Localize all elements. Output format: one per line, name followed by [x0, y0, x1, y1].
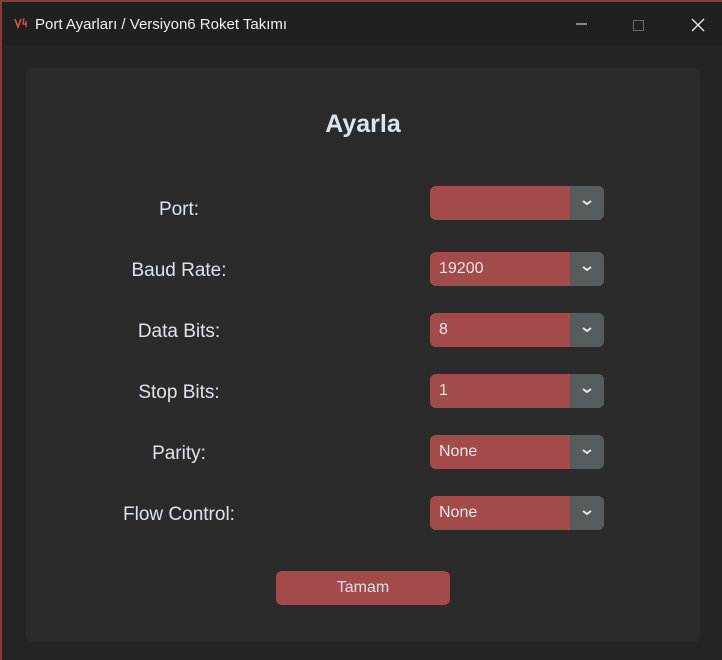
port-value[interactable]	[430, 186, 570, 220]
parity-combobox[interactable]: None	[430, 435, 604, 469]
settings-panel: Ayarla Port: Baud Rate: 19200 Data Bits:	[26, 68, 700, 642]
chevron-down-icon	[582, 266, 592, 272]
parity-dropdown-button[interactable]	[570, 435, 604, 469]
flow-control-value[interactable]: None	[430, 496, 570, 530]
chevron-down-icon	[582, 200, 592, 206]
stop-bits-dropdown-button[interactable]	[570, 374, 604, 408]
data-bits-value[interactable]: 8	[430, 313, 570, 347]
baud-rate-value[interactable]: 19200	[430, 252, 570, 286]
port-dropdown-button[interactable]	[570, 186, 604, 220]
flow-control-dropdown-button[interactable]	[570, 496, 604, 530]
close-icon	[691, 18, 705, 32]
data-bits-combobox[interactable]: 8	[430, 313, 604, 347]
stop-bits-value[interactable]: 1	[430, 374, 570, 408]
app-logo-icon	[14, 16, 30, 32]
parity-label: Parity:	[152, 443, 206, 464]
parity-value[interactable]: None	[430, 435, 570, 469]
minimize-button[interactable]	[554, 2, 610, 46]
window-title: Port Ayarları / Versiyon6 Roket Takımı	[35, 16, 288, 33]
close-button[interactable]	[666, 2, 722, 46]
data-bits-label: Data Bits:	[137, 321, 221, 342]
flow-control-combobox[interactable]: None	[430, 496, 604, 530]
chevron-down-icon	[582, 449, 592, 455]
stop-bits-label: Stop Bits:	[138, 382, 220, 403]
title-bar[interactable]: Port Ayarları / Versiyon6 Roket Takımı	[2, 2, 722, 46]
baud-rate-label: Baud Rate:	[131, 260, 227, 281]
maximize-button[interactable]	[610, 2, 666, 46]
port-combobox[interactable]	[430, 186, 604, 220]
baud-rate-dropdown-button[interactable]	[570, 252, 604, 286]
chevron-down-icon	[582, 388, 592, 394]
submit-button[interactable]: Tamam	[276, 571, 450, 605]
chevron-down-icon	[582, 510, 592, 516]
baud-rate-combobox[interactable]: 19200	[430, 252, 604, 286]
port-label: Port:	[158, 199, 200, 220]
stop-bits-combobox[interactable]: 1	[430, 374, 604, 408]
chevron-down-icon	[582, 327, 592, 333]
data-bits-dropdown-button[interactable]	[570, 313, 604, 347]
page-title: Ayarla	[325, 110, 401, 138]
minimize-icon	[576, 23, 587, 25]
settings-window: Port Ayarları / Versiyon6 Roket Takımı A…	[0, 0, 722, 660]
flow-control-label: Flow Control:	[123, 504, 235, 525]
maximize-icon	[633, 20, 644, 31]
